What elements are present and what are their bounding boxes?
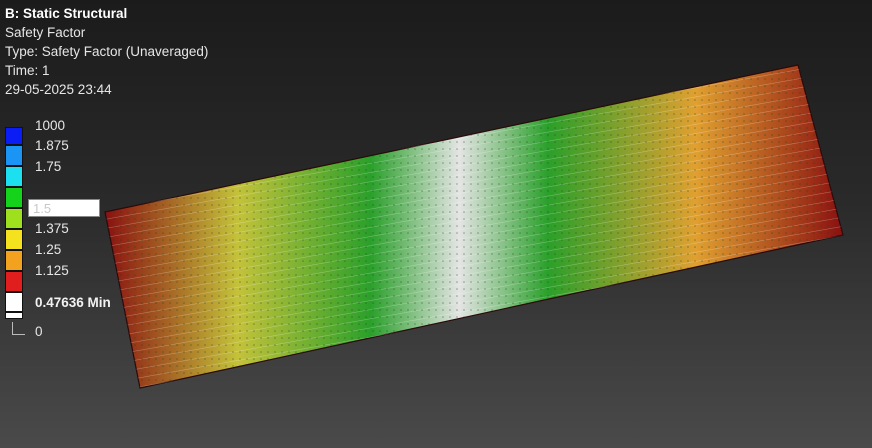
bar-body[interactable] — [104, 64, 844, 389]
model-viewport[interactable] — [0, 0, 872, 448]
